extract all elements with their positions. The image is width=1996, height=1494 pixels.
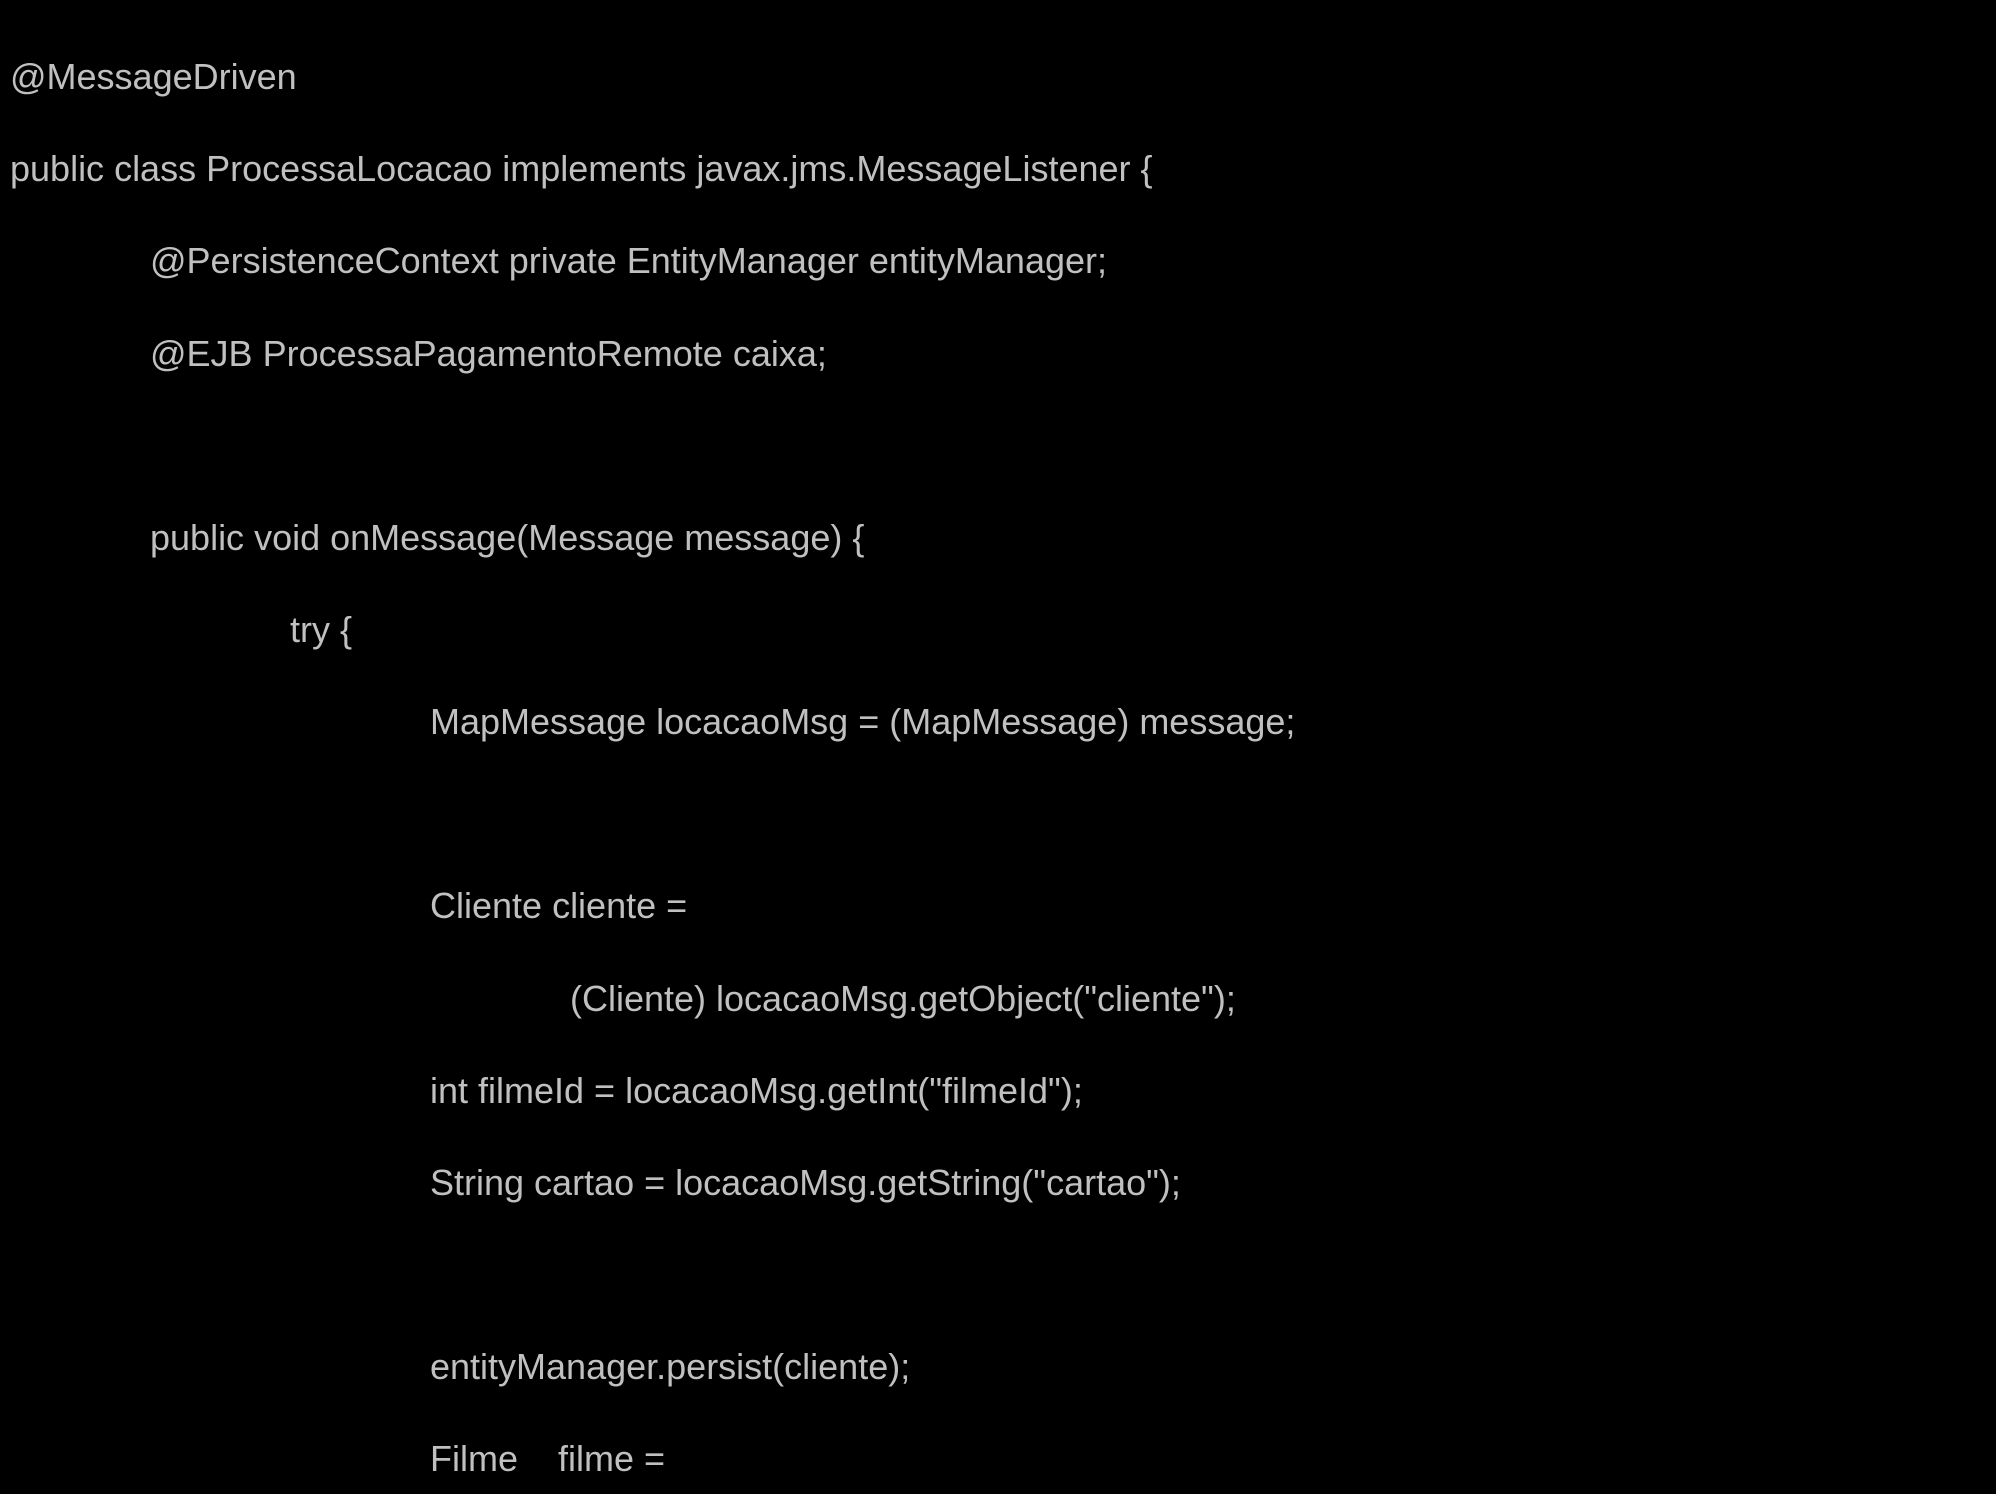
field-caixa: @EJB ProcessaPagamentoRemote caixa; (10, 331, 827, 377)
code-line: entityManager.persist(cliente); (10, 1344, 1986, 1390)
code-line: @MessageDriven (10, 54, 1986, 100)
code-line: (Cliente) locacaoMsg.getObject("cliente"… (10, 976, 1986, 1022)
code-line: Cliente cliente = (10, 883, 1986, 929)
code-line: int filmeId = locacaoMsg.getInt("filmeId… (10, 1068, 1986, 1114)
keyword-public-class: public class (10, 148, 206, 189)
annotation-messagedriven: @MessageDriven (10, 56, 297, 97)
code-line: public void onMessage(Message message) { (10, 515, 1986, 561)
code-line: try { (10, 607, 1986, 653)
stmt-cartao: String cartao = locacaoMsg.getString("ca… (10, 1160, 1181, 1206)
blank-line (10, 423, 1986, 469)
stmt-cliente-decl: Cliente cliente = (10, 883, 687, 929)
implements-clause: implements javax.jms.MessageListener { (492, 148, 1152, 189)
stmt-persist-cliente: entityManager.persist(cliente); (10, 1344, 910, 1390)
method-onmessage-signature: public void onMessage(Message message) { (10, 515, 864, 561)
stmt-cliente-assign: (Cliente) locacaoMsg.getObject("cliente"… (10, 976, 1236, 1022)
blank-line (10, 791, 1986, 837)
blank-line (10, 1252, 1986, 1298)
field-entitymanager: @PersistenceContext private EntityManage… (10, 238, 1107, 284)
code-line: Filmefilme = (10, 1436, 1986, 1482)
code-line: MapMessage locacaoMsg = (MapMessage) mes… (10, 699, 1986, 745)
code-block: @MessageDriven public class ProcessaLoca… (0, 0, 1996, 1494)
stmt-filme-type: Filme (10, 1436, 558, 1482)
class-name: ProcessaLocacao (206, 148, 492, 189)
code-line: public class ProcessaLocacao implements … (10, 146, 1986, 192)
stmt-filme-name: filme = (558, 1438, 665, 1479)
try-open: try { (10, 607, 352, 653)
code-line: @PersistenceContext private EntityManage… (10, 238, 1986, 284)
stmt-mapmessage: MapMessage locacaoMsg = (MapMessage) mes… (10, 699, 1295, 745)
code-line: @EJB ProcessaPagamentoRemote caixa; (10, 331, 1986, 377)
stmt-filmeid: int filmeId = locacaoMsg.getInt("filmeId… (10, 1068, 1083, 1114)
code-line: String cartao = locacaoMsg.getString("ca… (10, 1160, 1986, 1206)
